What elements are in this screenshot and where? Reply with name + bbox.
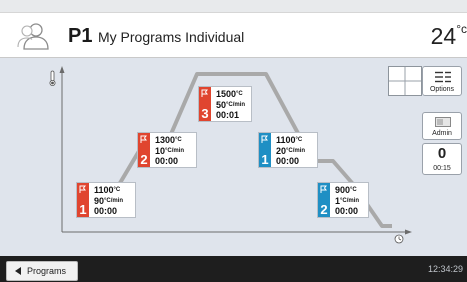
step-temp: 1300°C: [155, 135, 182, 145]
step-number: 3: [201, 106, 209, 121]
step-hold: 00:01: [216, 110, 240, 120]
step-temp-value: 900: [335, 185, 351, 195]
back-arrow-icon: [15, 267, 21, 275]
step-temp: 1100°C: [94, 185, 121, 195]
programs-back-button[interactable]: Programs: [6, 261, 78, 281]
heat-step-3[interactable]: 3 1500°C 50°C/min 00:01: [198, 86, 252, 122]
menu-icon: [435, 71, 451, 83]
clock: 12:34:29: [427, 264, 463, 274]
step-number: 2: [320, 202, 328, 217]
step-hold: 00:00: [155, 156, 179, 166]
flag-icon: [201, 89, 208, 97]
crosshair-icon: [389, 67, 421, 95]
screen: P1 My Programs Individual 24°c 1 1100°C …: [0, 0, 467, 282]
flag-icon: [261, 135, 268, 143]
program-name[interactable]: My Programs Individual: [98, 29, 244, 45]
program-id: P1: [68, 25, 93, 47]
temperature-unit: °c: [456, 22, 467, 36]
admin-button[interactable]: Admin: [422, 112, 462, 140]
options-button[interactable]: Options: [422, 66, 462, 96]
options-label: Options: [429, 86, 455, 93]
step-rate: 10°C/min: [155, 145, 185, 156]
thermometer-icon: [49, 70, 56, 86]
step-number: 1: [79, 202, 87, 217]
counter-display[interactable]: 0 00:15: [422, 143, 462, 175]
zoom-crosshair-box[interactable]: [388, 66, 422, 96]
programs-label: Programs: [27, 266, 67, 276]
header-bar: P1 My Programs Individual 24°c: [0, 12, 467, 58]
step-rate: 1°C/min: [335, 195, 360, 206]
step-rate-value: 90: [94, 195, 105, 206]
temperature-value: 24: [430, 23, 457, 49]
flag-icon: [320, 185, 327, 193]
heat-step-1[interactable]: 1 1100°C 90°C/min 00:00: [76, 182, 136, 218]
step-rate: 20°C/min: [276, 145, 306, 156]
step-rate-value: 10: [155, 145, 166, 156]
step-temp-value: 1500: [216, 89, 237, 99]
counter-time: 00:15: [433, 165, 451, 172]
step-temp-value: 1100: [276, 135, 296, 145]
y-axis-arrow: [59, 66, 65, 73]
counter-value: 0: [437, 145, 447, 162]
step-rate: 50°C/min: [216, 99, 246, 110]
admin-icon: [435, 117, 451, 127]
admin-label: Admin: [432, 130, 452, 137]
step-temp: 1100°C: [276, 135, 303, 145]
step-temp-value: 1300: [155, 135, 176, 145]
step-temp: 900°C: [335, 185, 357, 195]
step-temp: 1500°C: [216, 89, 243, 99]
heat-step-2[interactable]: 2 1300°C 10°C/min 00:00: [137, 132, 197, 168]
step-rate-value: 50: [216, 99, 227, 110]
x-axis-arrow: [405, 229, 412, 235]
footer-bar: Programs 12:34:29: [0, 256, 467, 282]
flag-icon: [140, 135, 147, 143]
step-number: 2: [140, 152, 148, 167]
cool-step-1[interactable]: 1 1100°C 20°C/min 00:00: [258, 132, 318, 168]
step-number: 1: [261, 152, 269, 167]
flag-icon: [79, 185, 86, 193]
cool-step-2[interactable]: 2 900°C 1°C/min 00:00: [317, 182, 369, 218]
step-rate: 90°C/min: [94, 195, 124, 206]
clock-icon: [394, 234, 404, 244]
step-hold: 00:00: [94, 206, 118, 216]
step-rate-value: 20: [276, 145, 287, 156]
step-temp-value: 1100: [94, 185, 114, 195]
step-hold: 00:00: [276, 156, 300, 166]
user-icon[interactable]: [16, 21, 50, 51]
step-hold: 00:00: [335, 206, 359, 216]
temperature-readout: 24°c: [430, 22, 467, 50]
